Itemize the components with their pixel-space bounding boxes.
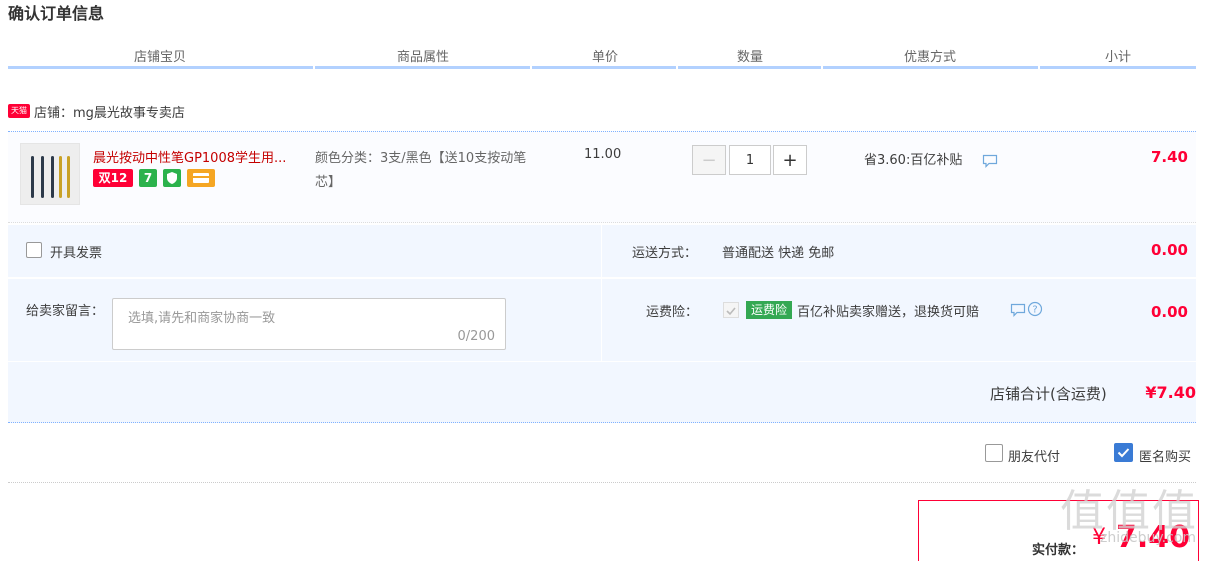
shipping-insurance-label: 运费险： — [646, 305, 699, 320]
panel-divider — [601, 225, 602, 277]
unit-price: 11.00 — [584, 147, 622, 162]
invoice-shipping-panel — [8, 225, 1196, 277]
shipping-method-label: 运送方式： — [632, 246, 698, 261]
item-subtotal: 7.40 — [1150, 148, 1188, 166]
column-header-shop-item: 店铺宝贝 — [133, 50, 186, 65]
table-header-bar — [8, 66, 1196, 69]
anonymous-label: 匿名购买 — [1139, 450, 1192, 465]
seller-message-input[interactable]: 选填,请先和商家协商一致 0/200 — [112, 298, 506, 350]
quantity-input[interactable]: 1 — [729, 145, 771, 175]
column-header-unit-price: 单价 — [591, 50, 618, 65]
seller-message-label: 给卖家留言： — [26, 304, 105, 319]
insurance-description: 百亿补贴卖家赠送，退换货可赔 — [797, 305, 980, 320]
seven-day-return-badge: 7 — [139, 169, 157, 187]
insurance-amount: 0.00 — [1150, 303, 1188, 321]
message-char-counter: 0/200 — [457, 329, 495, 344]
tmall-shop-icon: 天猫 — [8, 104, 30, 118]
invoice-checkbox[interactable] — [26, 242, 42, 258]
header-divider — [676, 66, 678, 69]
shop-name-link[interactable]: 店铺：mg晨光故事专卖店 — [34, 102, 185, 121]
credit-card-icon — [187, 169, 215, 187]
svg-text:?: ? — [1032, 305, 1037, 316]
panel-divider — [601, 279, 602, 361]
double12-badge: 双12 — [93, 169, 133, 187]
insurance-checkbox-disabled — [723, 302, 739, 318]
page-title: 确认订单信息 — [8, 4, 105, 23]
friend-pay-checkbox[interactable] — [985, 444, 1003, 462]
shipping-amount: 0.00 — [1150, 241, 1188, 259]
help-icon[interactable]: ? — [1027, 301, 1043, 321]
seller-message-placeholder: 选填,请先和商家协商一致 — [128, 311, 276, 326]
product-attributes: 颜色分类：3支/黑色【送10支按动笔芯】 — [315, 151, 527, 190]
comment-icon[interactable] — [982, 153, 998, 172]
product-title-link[interactable]: 晨光按动中性笔GP1008学生用... — [93, 147, 286, 166]
quantity-decrease-button[interactable]: − — [692, 145, 726, 175]
shipping-method-value[interactable]: 普通配送 快递 免邮 — [722, 242, 834, 261]
header-divider — [313, 66, 315, 69]
anonymous-checkbox-checked[interactable] — [1114, 443, 1133, 462]
friend-pay-label: 朋友代付 — [1008, 450, 1061, 465]
payment-label: 实付款： — [1032, 543, 1085, 558]
discount-text: 省3.60:百亿补贴 — [864, 153, 963, 168]
quantity-increase-button[interactable]: + — [773, 145, 807, 175]
header-divider — [821, 66, 823, 69]
shop-total-label: 店铺合计(含运费) — [990, 385, 1107, 403]
header-divider — [1038, 66, 1040, 69]
watermark-site: zhidebuy.com — [1100, 530, 1197, 546]
column-header-quantity: 数量 — [736, 50, 763, 65]
header-divider — [530, 66, 532, 69]
column-header-subtotal: 小计 — [1104, 50, 1131, 65]
column-header-attributes: 商品属性 — [396, 50, 449, 65]
section-divider — [8, 482, 1196, 483]
shield-icon — [163, 169, 181, 187]
insurance-badge: 运费险 — [746, 301, 792, 319]
invoice-label: 开具发票 — [50, 246, 103, 261]
column-header-discount: 优惠方式 — [903, 50, 956, 65]
shop-total-amount: ¥7.40 — [1145, 383, 1196, 402]
product-thumbnail[interactable] — [20, 143, 80, 205]
comment-icon[interactable] — [1010, 302, 1026, 321]
